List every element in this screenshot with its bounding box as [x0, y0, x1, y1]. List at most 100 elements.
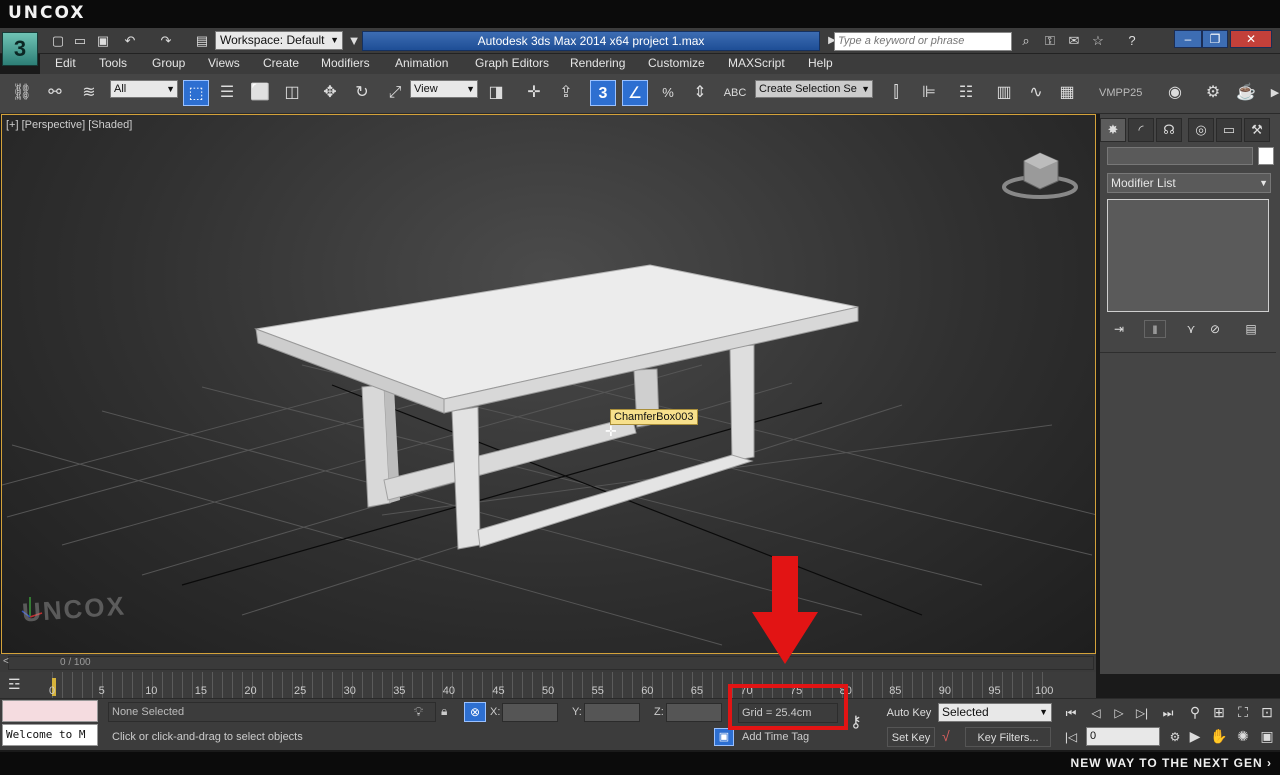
play-icon[interactable]: ▷ [1108, 703, 1130, 723]
render-setup-icon[interactable]: ⚙ [1200, 80, 1226, 106]
selection-filter-dropdown[interactable]: All ▼ [110, 80, 178, 98]
make-unique-icon[interactable]: ⋎ [1180, 320, 1202, 338]
zoom-extents-all-icon[interactable]: ⊡ [1256, 702, 1278, 722]
help-search-input[interactable]: Type a keyword or phrase [834, 32, 1012, 51]
time-slider-left-icon[interactable]: < [3, 656, 9, 667]
isolate-selection-icon[interactable]: 💡︎ [414, 704, 423, 720]
zoom-all-icon[interactable]: ⊞ [1208, 702, 1230, 722]
align-icon[interactable]: ⊫ [916, 80, 942, 106]
toolbar-overflow-icon[interactable]: ▶ [1262, 80, 1280, 106]
remove-modifier-icon[interactable]: ⊘ [1204, 320, 1226, 338]
spinner-snap-icon[interactable]: ⇕ [687, 80, 713, 106]
key-icon[interactable]: ⚿ [1040, 32, 1060, 50]
perspective-viewport[interactable]: [+] [Perspective] [Shaded] ChamferBox003… [1, 114, 1096, 654]
workspace-dropdown[interactable]: Workspace: Default ▼ [215, 31, 343, 50]
menu-modifiers[interactable]: Modifiers [321, 56, 370, 70]
pivot-center-icon[interactable]: ◨ [483, 80, 509, 106]
menu-tools[interactable]: Tools [99, 56, 127, 70]
move-icon[interactable]: ✥ [317, 80, 343, 106]
menu-rendering[interactable]: Rendering [570, 56, 625, 70]
display-tab-icon[interactable]: ▭ [1216, 118, 1242, 142]
graphite-ribbon-icon[interactable]: ▥ [991, 80, 1017, 106]
zoom-extents-icon[interactable]: ⛶ [1232, 702, 1254, 722]
set-keys-key-icon[interactable]: ⚷ [850, 712, 862, 732]
help-icon[interactable]: ? [1122, 32, 1142, 50]
viewcube[interactable] [1002, 152, 1078, 199]
hierarchy-tab-icon[interactable]: ☊ [1156, 118, 1182, 142]
modifier-stack-list[interactable] [1107, 199, 1269, 312]
favorites-star-icon[interactable]: ☆ [1088, 32, 1108, 50]
window-crossing-icon[interactable]: ◫ [279, 80, 305, 106]
mirror-icon[interactable]: ⫿ [883, 80, 909, 106]
minimize-button[interactable]: – [1174, 30, 1202, 48]
menu-help[interactable]: Help [808, 56, 833, 70]
keyboard-shortcut-override-icon[interactable]: ⇪ [553, 80, 579, 106]
coord-x-field[interactable] [502, 703, 558, 722]
configure-modifier-sets-icon[interactable]: ▤ [1240, 320, 1262, 338]
maximize-viewport-icon[interactable]: ▣ [1256, 726, 1278, 746]
lock-selection-icon[interactable]: 🔒︎ [441, 704, 447, 719]
unlink-icon[interactable]: ⚯ [42, 80, 68, 106]
save-file-icon[interactable]: ▣ [93, 32, 113, 50]
go-to-end-icon[interactable]: ⏭ [1157, 703, 1179, 723]
reference-coordinate-dropdown[interactable]: View ▼ [410, 80, 478, 98]
time-configuration-icon[interactable]: ⚙ [1164, 727, 1186, 747]
menu-edit[interactable]: Edit [55, 56, 76, 70]
auto-key-button[interactable]: Auto Key [885, 703, 933, 723]
undo-icon[interactable]: ↶ [120, 32, 140, 50]
coord-y-field[interactable] [584, 703, 640, 722]
next-frame-icon[interactable]: ▷| [1131, 703, 1153, 723]
modify-tab-icon[interactable]: ◜ [1128, 118, 1154, 142]
time-tag-icon[interactable]: ▣ [714, 728, 734, 746]
close-button[interactable]: ✕ [1230, 30, 1272, 48]
maxscript-listener-output[interactable] [2, 700, 98, 722]
modifier-list-dropdown[interactable]: Modifier List ▼ [1107, 173, 1271, 193]
set-key-button[interactable]: Set Key [887, 727, 935, 747]
go-to-start-icon[interactable]: ⏮ [1060, 703, 1082, 723]
key-filter-selection-dropdown[interactable]: Selected ▼ [938, 703, 1052, 722]
angle-snap-icon[interactable]: ∠ [622, 80, 648, 106]
named-selection-set-dropdown[interactable]: Create Selection Se ▼ [755, 80, 873, 98]
edit-named-selection-icon[interactable]: ABC [722, 80, 748, 106]
menu-graph-editors[interactable]: Graph Editors [475, 56, 549, 70]
binoculars-icon[interactable]: ⌕ [1016, 32, 1036, 50]
restore-button[interactable]: ❐ [1202, 30, 1228, 48]
bind-space-warp-icon[interactable]: ≋ [76, 80, 102, 106]
create-tab-icon[interactable]: ✸ [1100, 118, 1126, 142]
time-slider[interactable] [8, 656, 1094, 670]
select-object-icon[interactable]: ⬚ [183, 80, 209, 106]
pan-view-icon[interactable]: ✋ [1208, 726, 1230, 746]
communication-icon[interactable]: ✉ [1064, 32, 1084, 50]
mini-curve-editor-icon[interactable]: ☲ [8, 676, 21, 693]
show-end-result-icon[interactable]: ‖ [1144, 320, 1166, 338]
quick-access-more-icon[interactable]: ▼ [344, 32, 364, 50]
menu-animation[interactable]: Animation [395, 56, 448, 70]
object-color-swatch[interactable] [1258, 147, 1274, 165]
curve-editor-icon[interactable]: ∿ [1023, 80, 1049, 106]
object-name-field[interactable] [1107, 147, 1253, 165]
maxscript-listener-input[interactable]: Welcome to M [2, 724, 98, 746]
zoom-icon[interactable]: ⚲ [1184, 702, 1206, 722]
key-mode-toggle-icon[interactable]: |◁ [1060, 727, 1082, 747]
project-folder-icon[interactable]: ▤ [192, 32, 212, 50]
open-file-icon[interactable]: ▭ [70, 32, 90, 50]
coord-z-field[interactable] [666, 703, 722, 722]
scale-icon[interactable]: ⤢ [382, 80, 408, 106]
absolute-mode-transform-icon[interactable]: ⊗ [464, 702, 486, 722]
plugin-label[interactable]: VMPP25 [1099, 87, 1142, 99]
rectangular-selection-icon[interactable]: ⬜ [247, 80, 273, 106]
pin-stack-icon[interactable]: ⇥ [1108, 320, 1130, 338]
select-by-name-icon[interactable]: ☰ [214, 80, 240, 106]
field-of-view-icon[interactable]: ▶ [1184, 726, 1206, 746]
utilities-tab-icon[interactable]: ⚒ [1244, 118, 1270, 142]
snaps-toggle-icon[interactable]: 3 [590, 80, 616, 106]
menu-views[interactable]: Views [208, 56, 240, 70]
current-frame-field[interactable]: 0 [1086, 727, 1160, 746]
percent-snap-icon[interactable]: % [655, 80, 681, 106]
render-frame-icon[interactable]: ☕ [1233, 80, 1259, 106]
key-filters-button[interactable]: Key Filters... [965, 727, 1051, 747]
previous-frame-icon[interactable]: ◁ [1085, 703, 1107, 723]
rotate-icon[interactable]: ↻ [349, 80, 375, 106]
layer-manager-icon[interactable]: ☷ [953, 80, 979, 106]
orbit-icon[interactable]: ✺ [1232, 726, 1254, 746]
